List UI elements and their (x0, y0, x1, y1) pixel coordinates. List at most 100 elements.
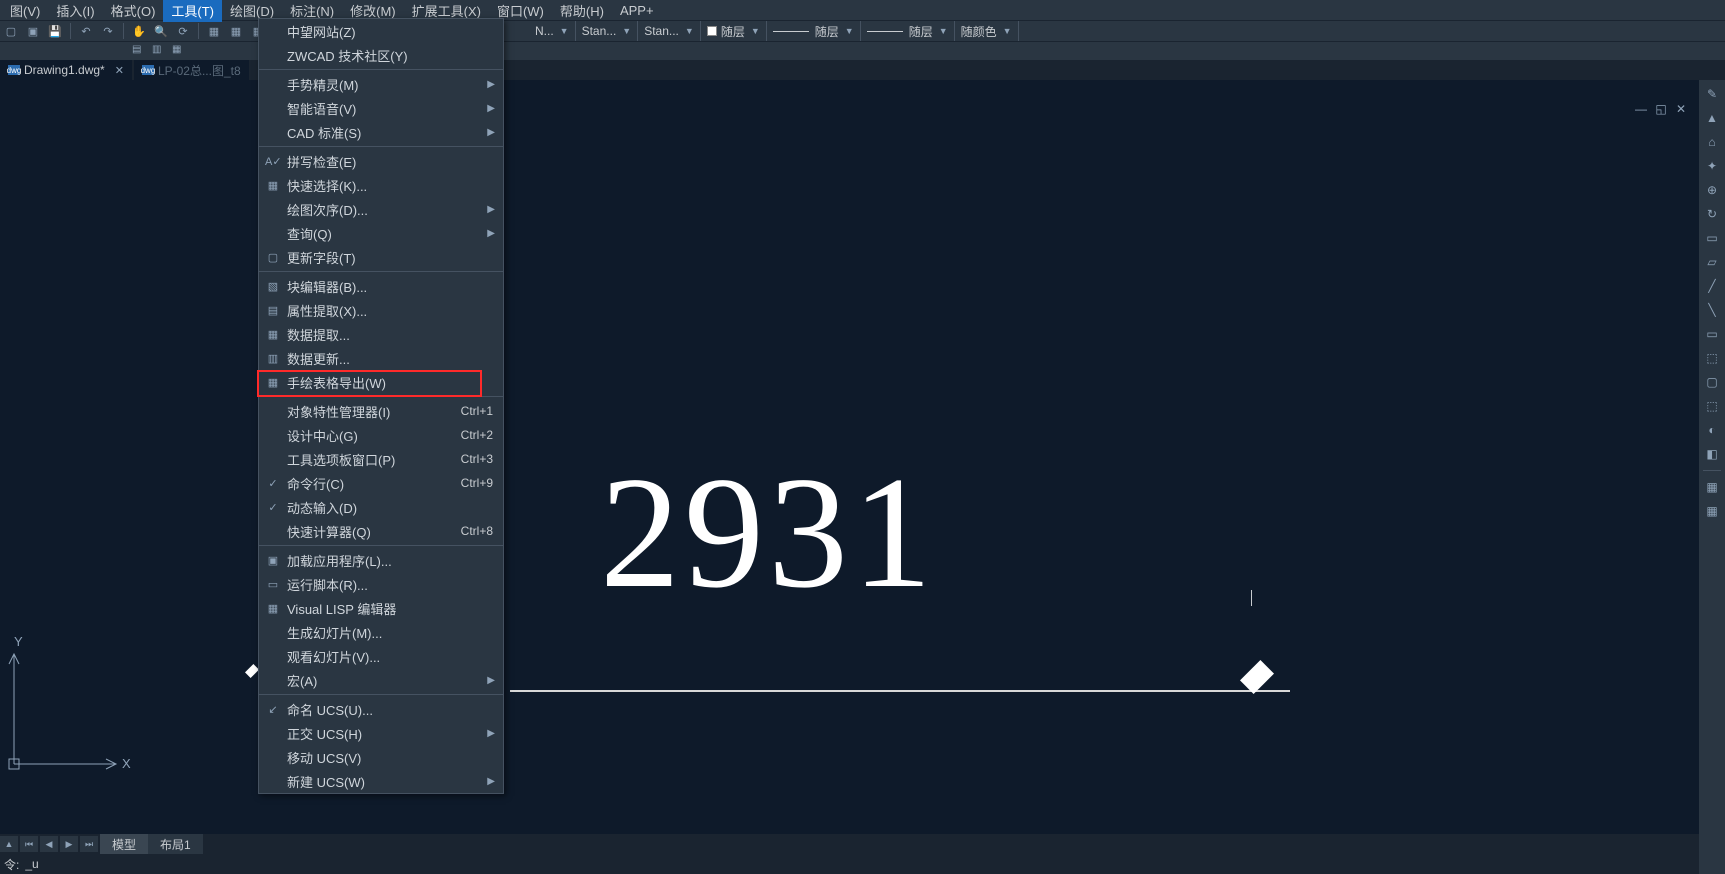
close-tab-icon[interactable]: ✕ (115, 64, 124, 77)
property-dropdown[interactable]: N...▼ (529, 21, 576, 41)
menu-item[interactable]: ▤属性提取(X)... (259, 298, 503, 322)
save-icon[interactable]: 💾 (46, 23, 64, 39)
menu-item[interactable]: 工具(T) (163, 0, 222, 22)
tool-icon[interactable]: ◐ (1702, 420, 1722, 440)
mini-icon[interactable]: ▤ (132, 44, 148, 58)
menu-item-label: 设计中心(G) (287, 426, 358, 445)
menu-item[interactable]: ✓命令行(C)Ctrl+9 (259, 471, 503, 495)
menu-item[interactable]: 帮助(H) (552, 0, 612, 22)
menu-item[interactable]: ▦手绘表格导出(W) (259, 370, 503, 394)
document-tab[interactable]: dwgLP-02总...图_t8 (134, 60, 249, 80)
tool-icon[interactable]: ▭ (1702, 324, 1722, 344)
tool-icon[interactable]: ✎ (1702, 84, 1722, 104)
right-tool-palette: ✎ ▲ ⌂ ✦ ⊕ ↻ ▭ ▱ ╱ ╲ ▭ ⬚ ▢ ⬚ ◐ ◧ ▦ ▦ (1699, 80, 1725, 874)
menu-item[interactable]: ▥数据更新... (259, 346, 503, 370)
tool-icon[interactable]: ⬚ (1702, 396, 1722, 416)
redo-icon[interactable]: ↷ (99, 23, 117, 39)
layer-icon[interactable]: ▦ (205, 23, 223, 39)
tab-last-icon[interactable]: ⏭ (80, 836, 98, 852)
restore-icon[interactable]: ◱ (1653, 102, 1669, 116)
menu-item[interactable]: ▦Visual LISP 编辑器 (259, 596, 503, 620)
menu-item[interactable]: 格式(O) (103, 0, 164, 22)
tool-icon[interactable]: ⬚ (1702, 348, 1722, 368)
menu-item[interactable]: 图(V) (2, 0, 48, 22)
command-prompt-label: 令: (4, 856, 19, 873)
menu-item[interactable]: ▧块编辑器(B)... (259, 274, 503, 298)
menu-item[interactable]: ▢更新字段(T) (259, 245, 503, 269)
tab-prev-icon[interactable]: ◀ (40, 836, 58, 852)
menu-item[interactable]: 生成幻灯片(M)... (259, 620, 503, 644)
submenu-arrow-icon: ▶ (487, 675, 495, 686)
pan-icon[interactable]: ✋ (130, 23, 148, 39)
model-tab[interactable]: 模型 (100, 834, 148, 855)
drawing-canvas[interactable]: 2931 Y X (0, 80, 1699, 834)
menu-item[interactable]: 对象特性管理器(I)Ctrl+1 (259, 399, 503, 423)
command-line[interactable]: 令: _u (0, 854, 1699, 874)
tool-icon[interactable]: ⌂ (1702, 132, 1722, 152)
tool-icon[interactable]: ▢ (1702, 372, 1722, 392)
menu-item[interactable]: ▦快速选择(K)... (259, 173, 503, 197)
menu-item[interactable]: 中望网站(Z) (259, 19, 503, 43)
layer-icon[interactable]: ▦ (227, 23, 245, 39)
menu-item[interactable]: CAD 标准(S)▶ (259, 120, 503, 144)
undo-icon[interactable]: ↶ (77, 23, 95, 39)
tool-icon[interactable]: ◧ (1702, 444, 1722, 464)
tool-icon[interactable]: ⊕ (1702, 180, 1722, 200)
command-input-value[interactable]: _u (25, 857, 38, 871)
menu-item[interactable]: ZWCAD 技术社区(Y) (259, 43, 503, 67)
menu-item[interactable]: A✓拼写检查(E) (259, 149, 503, 173)
close-icon[interactable]: ✕ (1673, 102, 1689, 116)
menu-item[interactable]: 智能语音(V)▶ (259, 96, 503, 120)
tool-icon[interactable]: ▲ (1702, 108, 1722, 128)
tool-icon[interactable]: ▦ (1702, 501, 1722, 521)
tool-icon[interactable]: ✦ (1702, 156, 1722, 176)
menu-item[interactable]: 快速计算器(Q)Ctrl+8 (259, 519, 503, 543)
tool-icon[interactable]: ↻ (1702, 204, 1722, 224)
mini-icon[interactable]: ▦ (172, 44, 188, 58)
menu-item[interactable]: ▣加载应用程序(L)... (259, 548, 503, 572)
ucs-indicator: Y X (6, 634, 126, 774)
property-dropdown[interactable]: Stan...▼ (576, 21, 639, 41)
property-dropdown[interactable]: Stan...▼ (638, 21, 701, 41)
property-dropdown[interactable]: 随层▼ (767, 21, 861, 41)
menu-item[interactable]: 新建 UCS(W)▶ (259, 769, 503, 793)
menu-item[interactable]: 移动 UCS(V) (259, 745, 503, 769)
menu-item[interactable]: 观看幻灯片(V)... (259, 644, 503, 668)
tool-icon[interactable]: ╱ (1702, 276, 1722, 296)
tab-scroll-left-icon[interactable]: ▲ (0, 836, 18, 852)
menu-item[interactable]: 工具选项板窗口(P)Ctrl+3 (259, 447, 503, 471)
mini-icon[interactable]: ▥ (152, 44, 168, 58)
menu-item[interactable]: 正交 UCS(H)▶ (259, 721, 503, 745)
menu-item[interactable]: 设计中心(G)Ctrl+2 (259, 423, 503, 447)
menu-item[interactable]: 手势精灵(M)▶ (259, 72, 503, 96)
tab-first-icon[interactable]: ⏮ (20, 836, 38, 852)
menu-item[interactable]: ▭运行脚本(R)... (259, 572, 503, 596)
zoom-icon[interactable]: 🔍 (152, 23, 170, 39)
menu-item-label: 快速选择(K)... (287, 176, 367, 195)
menu-item[interactable]: ▦数据提取... (259, 322, 503, 346)
menu-item[interactable]: 插入(I) (48, 0, 102, 22)
tool-icon[interactable]: ▱ (1702, 252, 1722, 272)
menu-item[interactable]: ↙命名 UCS(U)... (259, 697, 503, 721)
menu-item[interactable]: 绘图次序(D)...▶ (259, 197, 503, 221)
tool-icon[interactable]: ▭ (1702, 228, 1722, 248)
layout-tab-bar: ▲ ⏮ ◀ ▶ ⏭ 模型 布局1 (0, 834, 1699, 854)
layout-tab[interactable]: 布局1 (148, 834, 203, 855)
property-dropdown[interactable]: 随颜色▼ (955, 21, 1019, 41)
drawing-text-object[interactable]: 2931 (600, 440, 936, 625)
menu-item[interactable]: 宏(A)▶ (259, 668, 503, 692)
tab-next-icon[interactable]: ▶ (60, 836, 78, 852)
minimize-icon[interactable]: — (1633, 102, 1649, 116)
document-tab[interactable]: dwgDrawing1.dwg*✕ (0, 60, 132, 80)
property-dropdown[interactable]: 随层▼ (701, 21, 767, 41)
drawing-line-object[interactable] (510, 690, 1290, 692)
open-icon[interactable]: ▣ (24, 23, 42, 39)
tool-icon[interactable]: ▦ (1702, 477, 1722, 497)
refresh-icon[interactable]: ⟳ (174, 23, 192, 39)
menu-item[interactable]: 查询(Q)▶ (259, 221, 503, 245)
menu-item[interactable]: ✓动态输入(D) (259, 495, 503, 519)
menu-item[interactable]: APP+ (612, 1, 662, 20)
new-icon[interactable]: ▢ (2, 23, 20, 39)
property-dropdown[interactable]: 随层▼ (861, 21, 955, 41)
tool-icon[interactable]: ╲ (1702, 300, 1722, 320)
